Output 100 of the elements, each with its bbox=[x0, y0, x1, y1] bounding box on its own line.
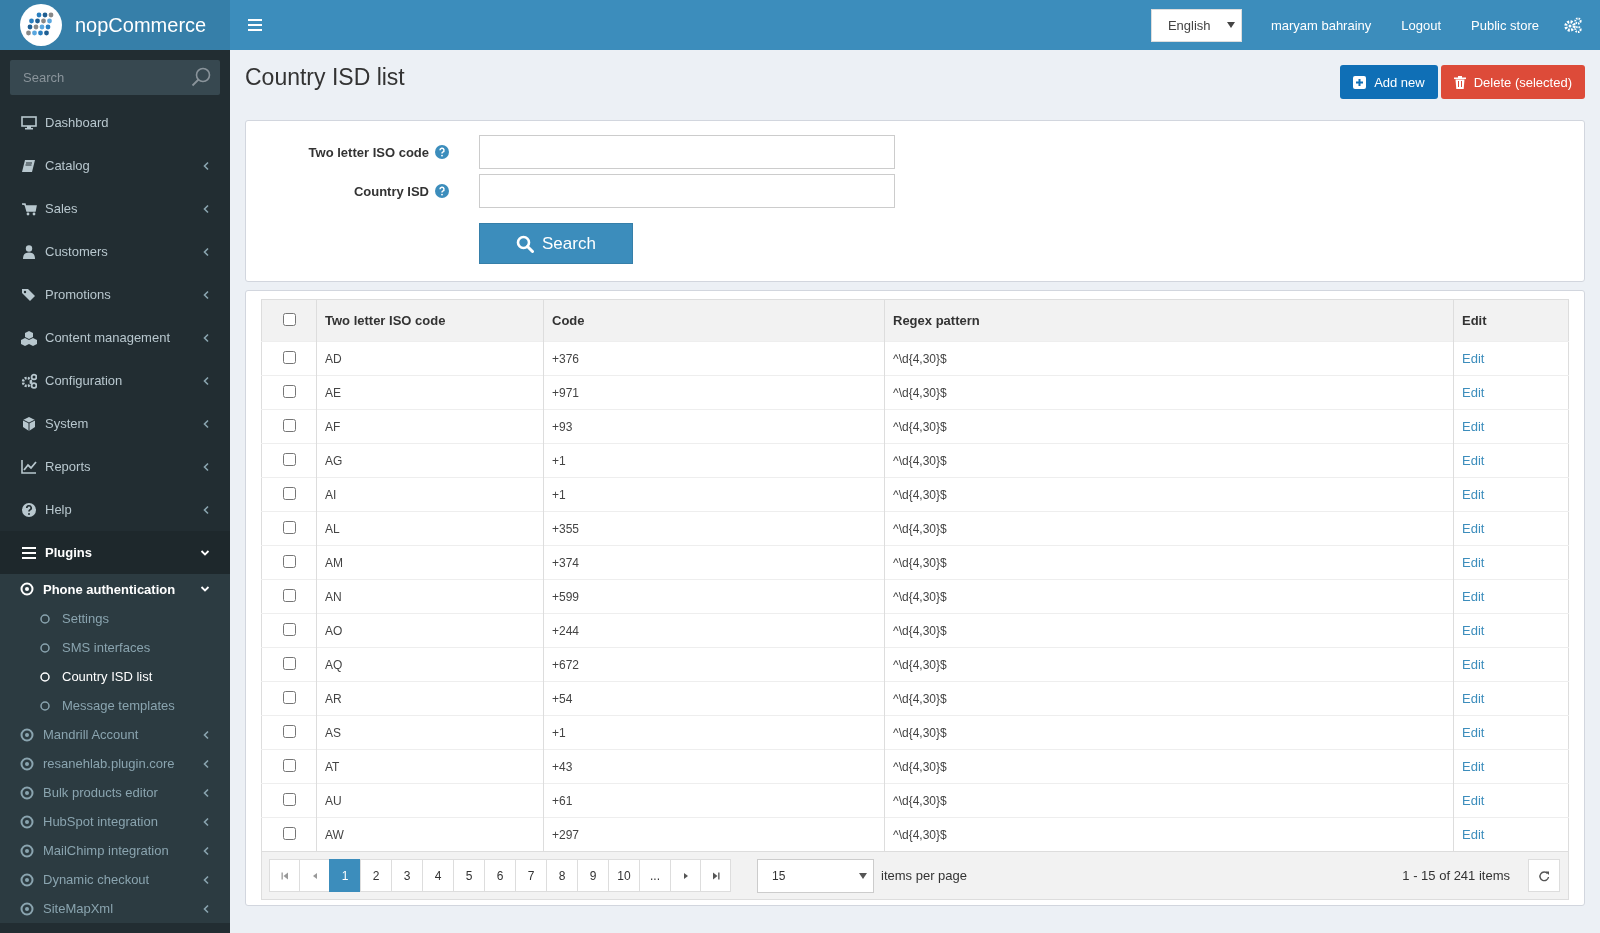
sidebar-submenu-item[interactable]: Dynamic checkout bbox=[0, 865, 230, 894]
edit-link[interactable]: Edit bbox=[1462, 487, 1485, 502]
field-label: Country ISD bbox=[353, 183, 429, 199]
checkbox[interactable] bbox=[282, 792, 296, 806]
checkbox[interactable] bbox=[282, 350, 296, 364]
sidebar-menu-item[interactable]: Dashboard bbox=[0, 101, 230, 144]
search-field[interactable]: Search bbox=[10, 60, 220, 95]
checkbox[interactable] bbox=[282, 656, 296, 670]
last-page-button[interactable] bbox=[700, 859, 731, 892]
checkbox[interactable] bbox=[282, 486, 296, 500]
chevron-down-icon bbox=[200, 585, 210, 593]
page-button[interactable]: 5 bbox=[453, 859, 485, 892]
header-link[interactable]: Public store bbox=[1456, 17, 1554, 33]
search-button[interactable]: Search bbox=[479, 223, 633, 264]
column-header: Regex pattern bbox=[884, 299, 1454, 342]
checkbox[interactable] bbox=[282, 452, 296, 466]
checkbox[interactable] bbox=[282, 826, 296, 840]
sidebar-menu-item[interactable]: Sales bbox=[0, 187, 230, 230]
text-input[interactable] bbox=[479, 174, 895, 208]
sidebar-menu-item[interactable]: Reports bbox=[0, 445, 230, 488]
page-button[interactable]: 3 bbox=[391, 859, 423, 892]
edit-link[interactable]: Edit bbox=[1462, 623, 1485, 638]
edit-link[interactable]: Edit bbox=[1462, 555, 1485, 570]
sidebar-menu-item[interactable]: Catalog bbox=[0, 144, 230, 187]
checkbox[interactable] bbox=[282, 520, 296, 534]
page-button[interactable]: ... bbox=[639, 859, 671, 892]
logo-area[interactable]: nopCommerce bbox=[0, 0, 230, 50]
language-dropdown[interactable]: English bbox=[1150, 8, 1242, 42]
edit-link[interactable]: Edit bbox=[1462, 793, 1485, 808]
target-icon bbox=[20, 727, 34, 742]
edit-link[interactable]: Edit bbox=[1462, 725, 1485, 740]
checkbox[interactable] bbox=[282, 312, 296, 326]
page-title: Country ISD list bbox=[245, 64, 405, 91]
menu-icon bbox=[248, 19, 262, 31]
edit-link[interactable]: Edit bbox=[1462, 351, 1485, 366]
page-button[interactable]: 1 bbox=[329, 859, 361, 892]
page-button[interactable]: 2 bbox=[360, 859, 392, 892]
chevron-left-icon bbox=[202, 160, 210, 171]
sidebar-submenu-link[interactable]: Settings bbox=[0, 604, 230, 633]
edit-link[interactable]: Edit bbox=[1462, 521, 1485, 536]
checkbox[interactable] bbox=[282, 418, 296, 432]
sidebar-submenu-item[interactable]: resanehlab.plugin.core bbox=[0, 749, 230, 778]
edit-link[interactable]: Edit bbox=[1462, 385, 1485, 400]
sidebar-submenu-item[interactable]: MailChimp integration bbox=[0, 836, 230, 865]
sidebar-submenu-item[interactable]: Phone authentication bbox=[0, 574, 230, 604]
chevron-left-icon bbox=[202, 816, 210, 827]
checkbox[interactable] bbox=[282, 554, 296, 568]
edit-link[interactable]: Edit bbox=[1462, 759, 1485, 774]
table-cell: AU bbox=[316, 783, 544, 818]
checkbox[interactable] bbox=[282, 384, 296, 398]
user-name-link[interactable]: maryam bahrainy bbox=[1255, 17, 1387, 33]
sidebar-submenu-link[interactable]: Message templates bbox=[0, 691, 230, 720]
checkbox[interactable] bbox=[282, 724, 296, 738]
sidebar-menu-item[interactable]: Promotions bbox=[0, 273, 230, 316]
page-button[interactable]: 4 bbox=[422, 859, 454, 892]
chevron-left-icon bbox=[202, 845, 210, 856]
tags-icon bbox=[21, 286, 37, 303]
sidebar-menu-item[interactable]: Customers bbox=[0, 230, 230, 273]
delete-button[interactable]: Delete (selected) bbox=[1440, 65, 1585, 99]
sidebar-submenu-link[interactable]: Country ISD list bbox=[0, 662, 230, 691]
edit-link[interactable]: Edit bbox=[1462, 657, 1485, 672]
circle-icon bbox=[40, 613, 50, 624]
checkbox[interactable] bbox=[282, 690, 296, 704]
edit-link[interactable]: Edit bbox=[1462, 827, 1485, 842]
page-button[interactable]: 7 bbox=[515, 859, 547, 892]
edit-link[interactable]: Edit bbox=[1462, 419, 1485, 434]
sidebar-submenu-item[interactable]: HubSpot integration bbox=[0, 807, 230, 836]
edit-link[interactable]: Edit bbox=[1462, 691, 1485, 706]
previous-page-button[interactable] bbox=[299, 859, 330, 892]
header-link[interactable]: Logout bbox=[1386, 17, 1457, 33]
add-button[interactable]: Add new bbox=[1340, 65, 1438, 99]
sidebar-submenu-link[interactable]: SMS interfaces bbox=[0, 633, 230, 662]
chevron-left-icon bbox=[202, 461, 210, 472]
sidebar-submenu-item[interactable]: Mandrill Account bbox=[0, 720, 230, 749]
table-cell: +61 bbox=[543, 783, 885, 818]
sidebar-menu-item[interactable]: Content management bbox=[0, 316, 230, 359]
page-button[interactable]: 10 bbox=[608, 859, 640, 892]
field-label: Two letter ISO code bbox=[308, 144, 429, 160]
chevron-left-icon bbox=[202, 203, 210, 214]
page-size-label: items per page bbox=[881, 868, 967, 883]
sidebar-menu-item[interactable]: System bbox=[0, 402, 230, 445]
checkbox[interactable] bbox=[282, 588, 296, 602]
sidebar-submenu-item[interactable]: SiteMapXml bbox=[0, 894, 230, 923]
page-size-dropdown[interactable]: 15 bbox=[757, 858, 874, 893]
book-icon bbox=[21, 157, 37, 174]
page-button[interactable]: 8 bbox=[546, 859, 578, 892]
sidebar-submenu-item[interactable]: Bulk products editor bbox=[0, 778, 230, 807]
checkbox[interactable] bbox=[282, 622, 296, 636]
text-input[interactable] bbox=[479, 135, 895, 169]
sidebar-menu-item[interactable]: Configuration bbox=[0, 359, 230, 402]
sidebar-menu-item[interactable]: Plugins bbox=[0, 531, 230, 574]
edit-link[interactable]: Edit bbox=[1462, 589, 1485, 604]
edit-link[interactable]: Edit bbox=[1462, 453, 1485, 468]
page-button[interactable]: 6 bbox=[484, 859, 516, 892]
refresh-button[interactable] bbox=[1528, 859, 1560, 892]
sidebar-menu-item[interactable]: Help bbox=[0, 488, 230, 531]
page-button[interactable]: 9 bbox=[577, 859, 609, 892]
settings-button[interactable] bbox=[1564, 17, 1582, 33]
checkbox[interactable] bbox=[282, 758, 296, 772]
table-cell: ^\d{4,30}$ bbox=[884, 817, 1454, 852]
